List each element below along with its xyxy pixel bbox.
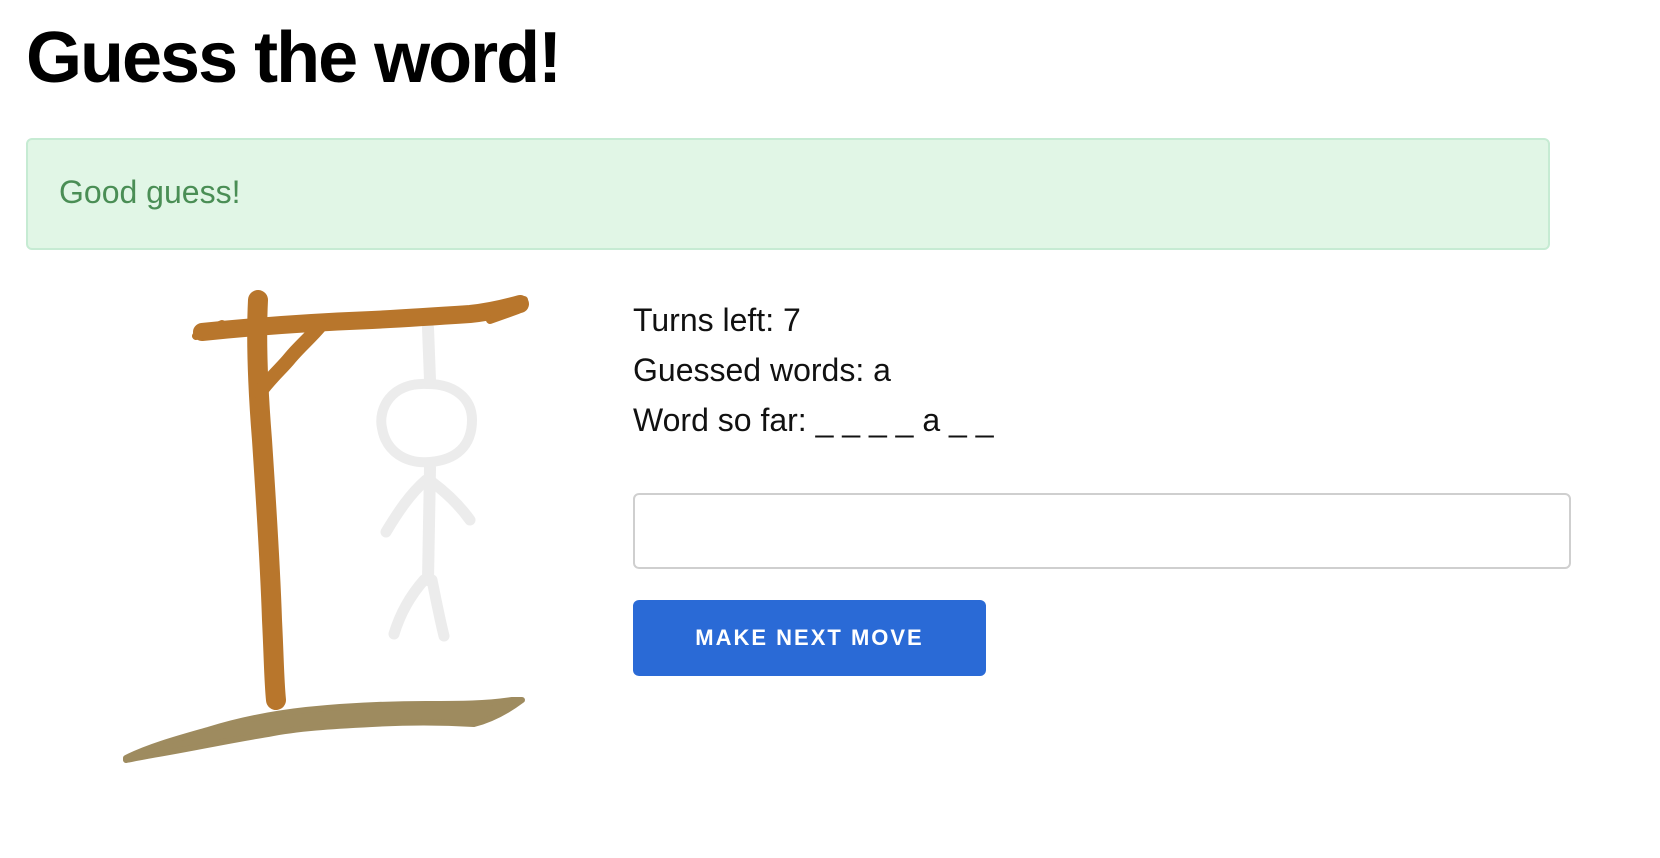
noose-rope bbox=[422, 322, 436, 386]
gallows-frame bbox=[192, 290, 529, 710]
figure-left-leg bbox=[388, 574, 430, 640]
guessed-words-text: Guessed words: a bbox=[633, 352, 891, 388]
hangman-page: Guess the word! Good guess! Turns left: … bbox=[0, 0, 1660, 858]
make-next-move-button[interactable]: MAKE NEXT MOVE bbox=[633, 600, 986, 676]
guess-input[interactable] bbox=[633, 493, 1571, 569]
alert-message: Good guess! bbox=[59, 174, 241, 210]
word-so-far-text: Word so far: _ _ _ _ a _ _ bbox=[633, 402, 994, 438]
hangman-gallows-illustration bbox=[123, 290, 529, 763]
hangman-figure bbox=[376, 322, 477, 642]
gallows-post bbox=[247, 290, 286, 710]
success-alert: Good guess! bbox=[26, 138, 1550, 250]
gallows-ground bbox=[123, 697, 525, 763]
figure-right-arm bbox=[426, 476, 476, 526]
figure-head bbox=[376, 378, 477, 468]
figure-right-leg bbox=[426, 574, 450, 642]
figure-left-arm bbox=[380, 474, 432, 538]
game-status: Turns left: 7 Guessed words: a Word so f… bbox=[633, 295, 994, 445]
page-title: Guess the word! bbox=[26, 18, 562, 98]
gallows-brace bbox=[253, 319, 327, 399]
turns-left-text: Turns left: 7 bbox=[633, 302, 801, 338]
